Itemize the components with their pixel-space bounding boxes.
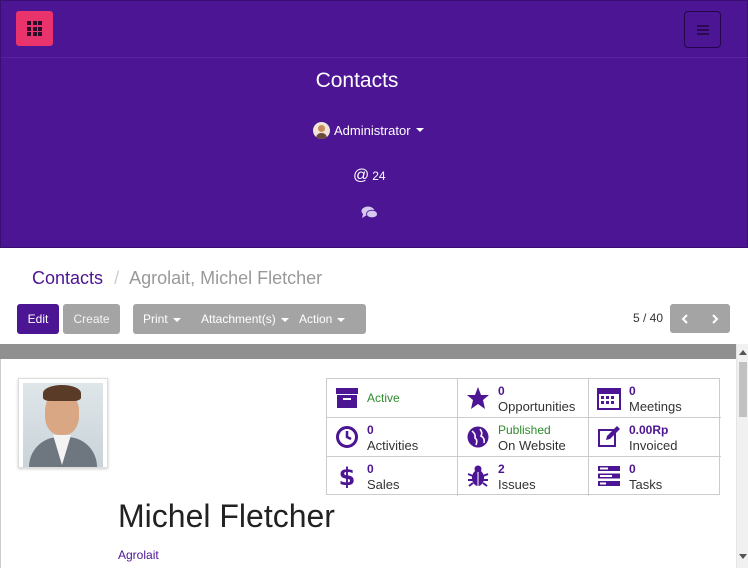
bug-icon — [467, 465, 489, 487]
star-icon — [467, 387, 489, 409]
caret-down-icon — [415, 128, 424, 132]
form-sheet-header — [0, 344, 736, 359]
smart-buttons: Active 0 Opportunities 0 Meetings 0 Acti… — [326, 378, 721, 496]
scroll-down-arrow-icon[interactable] — [739, 554, 747, 559]
hamburger-icon — [697, 25, 709, 37]
sidebar-actions-group: Print Attachment(s) Action — [133, 304, 366, 334]
scrollbar-thumb[interactable] — [739, 362, 747, 417]
invoiced-amount: 0.00Rp — [629, 423, 669, 437]
tasks-label: Tasks — [629, 477, 663, 492]
clock-icon — [336, 426, 358, 448]
breadcrumb-current: Agrolait, Michel Fletcher — [129, 268, 323, 288]
calendar-icon — [597, 388, 621, 410]
contact-photo[interactable] — [18, 378, 108, 468]
create-button[interactable]: Create — [63, 304, 120, 334]
attachments-dropdown[interactable]: Attachment(s) — [191, 312, 289, 326]
caret-down-icon — [172, 317, 181, 322]
chevron-left-icon — [681, 313, 688, 324]
avatar — [23, 383, 103, 467]
opportunities-label: Opportunities — [498, 399, 576, 414]
tasks-button[interactable]: 0 Tasks — [589, 457, 721, 496]
caret-down-icon — [337, 317, 346, 322]
pager-value[interactable]: 5 / 40 — [633, 311, 663, 325]
sales-button[interactable]: $ 0 Sales — [327, 457, 458, 496]
issues-button[interactable]: 2 Issues — [458, 457, 589, 496]
edit-icon — [598, 426, 620, 447]
top-navbar: Contacts Administrator @ 24 — [0, 0, 748, 248]
contact-name: Michel Fletcher — [118, 498, 335, 534]
meetings-label: Meetings — [629, 399, 682, 414]
breadcrumb-contacts-link[interactable]: Contacts — [32, 268, 103, 288]
pager-next-button[interactable] — [700, 304, 730, 333]
issues-count: 2 — [498, 462, 505, 476]
website-label: On Website — [498, 438, 566, 453]
user-name: Administrator — [334, 122, 411, 138]
edit-button[interactable]: Edit — [17, 304, 59, 334]
opportunities-button[interactable]: 0 Opportunities — [458, 379, 589, 418]
active-label: Active — [367, 391, 400, 405]
activities-label: Activities — [367, 438, 419, 453]
svg-text:$: $ — [339, 464, 356, 488]
website-publish-button[interactable]: Published On Website — [458, 418, 589, 457]
grid-icon — [27, 21, 42, 36]
globe-icon — [467, 426, 489, 448]
navbar-divider — [1, 57, 748, 58]
action-label: Action — [299, 312, 333, 326]
activities-button[interactable]: 0 Activities — [327, 418, 458, 457]
opportunities-count: 0 — [498, 384, 505, 398]
tasks-count: 0 — [629, 462, 636, 476]
invoiced-label: Invoiced — [629, 438, 678, 453]
archive-icon — [336, 388, 358, 408]
activities-count: 0 — [367, 423, 374, 437]
dollar-icon: $ — [339, 464, 356, 488]
scrollbar[interactable] — [736, 344, 748, 568]
pager-previous-button[interactable] — [670, 304, 700, 333]
caret-down-icon — [280, 317, 289, 322]
invoiced-button[interactable]: 0.00Rp Invoiced — [589, 418, 721, 457]
breadcrumb: Contacts / Agrolait, Michel Fletcher — [32, 268, 322, 289]
mentions-count: 24 — [372, 169, 386, 183]
active-toggle-button[interactable]: Active — [327, 379, 458, 418]
chevron-right-icon — [712, 313, 719, 324]
meetings-count: 0 — [629, 384, 636, 398]
app-title: Contacts — [315, 69, 399, 92]
action-dropdown[interactable]: Action — [289, 312, 346, 326]
navbar-toggle-button[interactable] — [684, 11, 721, 48]
sales-label: Sales — [367, 477, 400, 492]
issues-label: Issues — [498, 477, 536, 492]
user-avatar — [313, 121, 330, 139]
tasks-icon — [598, 466, 620, 486]
apps-menu-button[interactable] — [16, 11, 53, 46]
website-status: Published — [498, 423, 551, 437]
sales-count: 0 — [367, 462, 374, 476]
print-label: Print — [143, 312, 168, 326]
print-dropdown[interactable]: Print — [133, 312, 191, 326]
user-menu[interactable]: Administrator — [313, 120, 424, 140]
meetings-button[interactable]: 0 Meetings — [589, 379, 721, 418]
breadcrumb-separator: / — [114, 268, 120, 288]
company-link[interactable]: Agrolait — [118, 548, 159, 562]
mentions-button[interactable]: @ 24 — [353, 167, 386, 185]
comments-icon[interactable] — [361, 206, 378, 219]
at-icon: @ — [353, 167, 370, 184]
scroll-up-arrow-icon[interactable] — [739, 350, 747, 355]
attachments-label: Attachment(s) — [201, 312, 276, 326]
